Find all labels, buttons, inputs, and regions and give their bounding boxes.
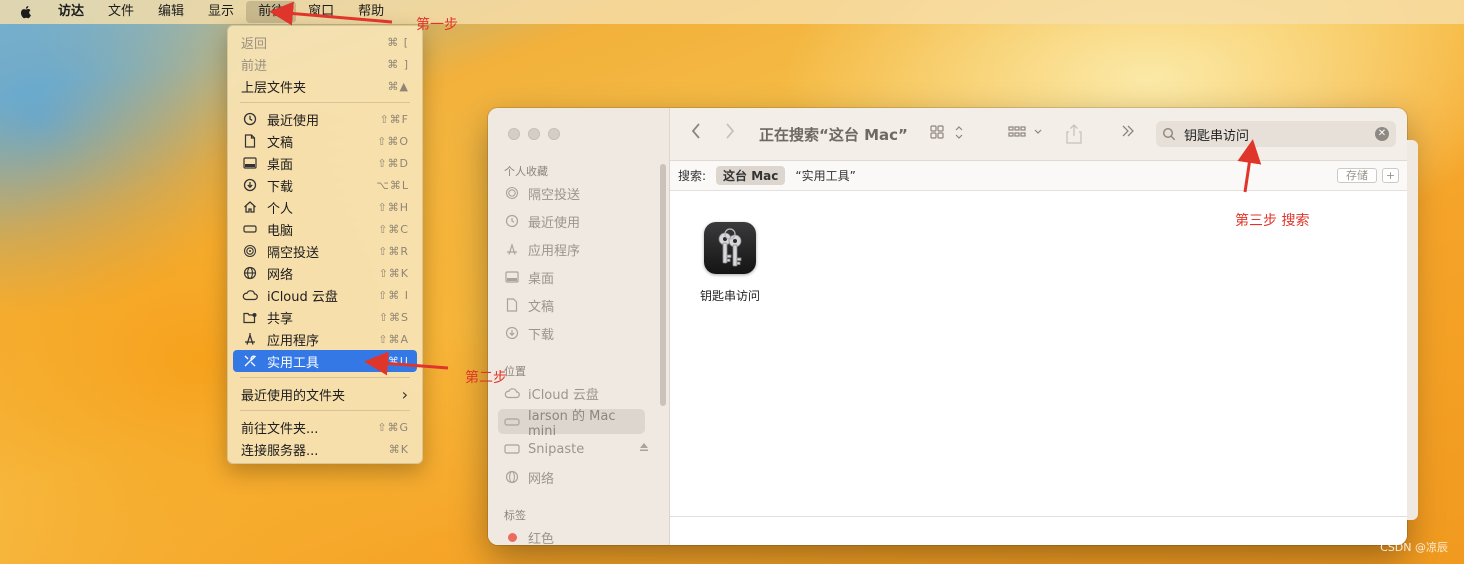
step2-arrow: [364, 351, 449, 376]
step3-arrow: [1237, 139, 1262, 193]
step2-label: 第二步: [465, 370, 507, 386]
step3-label: 第三步 搜索: [1235, 213, 1310, 229]
annotation-arrows: [269, 1, 1262, 376]
step1-arrow: [269, 1, 393, 26]
step1-label: 第一步: [416, 17, 458, 33]
watermark: CSDN @凉辰: [1380, 541, 1448, 554]
